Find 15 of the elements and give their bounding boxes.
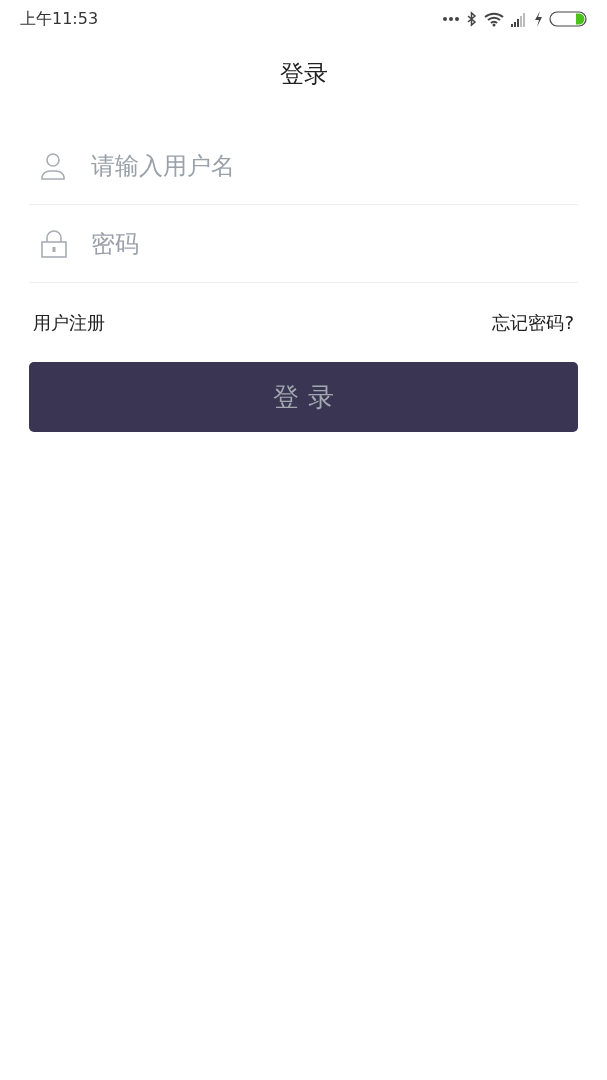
input-field[interactable]: 请输入用户名	[91, 147, 578, 184]
input-field[interactable]: 密码	[91, 225, 578, 262]
page-title: 登录	[278, 59, 329, 90]
wifi-icon	[484, 11, 504, 27]
lock-icon	[41, 229, 67, 258]
status-time: 上午11:53	[20, 8, 99, 30]
signal-icon	[511, 11, 527, 27]
register-link[interactable]: 用户注册	[33, 309, 105, 336]
battery-icon	[549, 11, 587, 27]
bluetooth-icon	[467, 11, 477, 27]
more-icon	[442, 16, 460, 22]
charging-icon	[534, 11, 542, 27]
forgot-password-link[interactable]: 忘记密码?	[492, 309, 574, 336]
login-button[interactable]: 登 录	[29, 362, 578, 432]
user-icon	[41, 151, 65, 180]
